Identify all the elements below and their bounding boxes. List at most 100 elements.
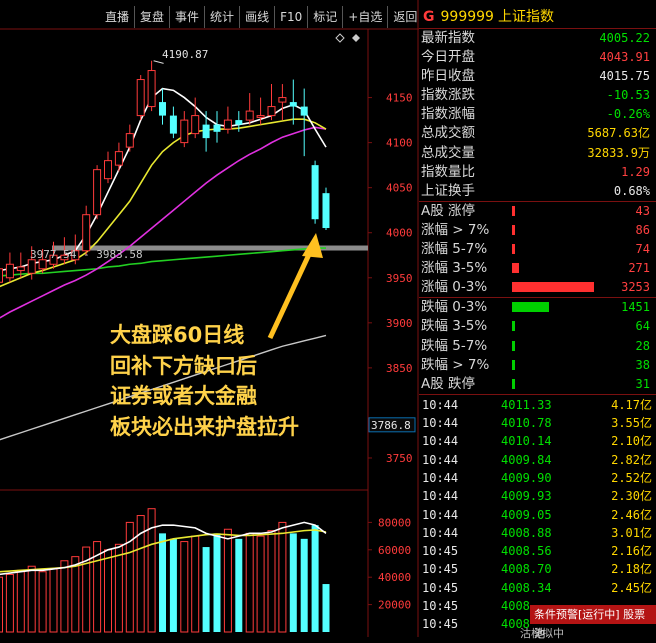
tick-volume: 2.45亿 [611,580,652,595]
breadth-label: 跌幅 0-3% [421,299,488,316]
security-name: 上证指数 [497,9,554,25]
tick-price: 4010.14 [501,434,552,449]
tick-row: 10:44 4010.78 3.55亿 [419,414,656,432]
breadth-row: 涨幅 3-5% 271 [419,259,656,278]
quote-label: 指数涨幅 [421,106,475,123]
breadth-bar [512,340,515,351]
volume-bar [114,543,123,633]
breadth-label: 涨幅 0-3% [421,279,488,296]
volume-bar [49,568,58,633]
volume-bar [267,530,276,633]
toolbar-mark-button[interactable]: 标记 [307,6,342,28]
tick-time: 10:44 [422,434,459,449]
candle-body [311,165,319,220]
tick-time: 10:45 [422,562,459,577]
volume-bar [180,541,189,633]
volume-bar [278,521,287,633]
volume-bar [27,565,36,633]
quote-value: 32833.9万 [587,145,650,160]
tick-row: 10:44 4010.14 2.10亿 [419,432,656,450]
tick-volume: 2.16亿 [611,544,652,559]
candle-body [16,266,25,272]
toolbar-draw-button[interactable]: 画线 [239,6,274,28]
tick-time: 10:45 [422,599,459,614]
volume-bar [5,573,14,633]
quote-label: 最新指数 [421,30,475,46]
breadth-row: 跌幅 > 7% 38 [419,356,656,375]
tick-price: 4009.90 [501,470,552,485]
tick-price: 4008.70 [501,562,552,577]
price-axis-label: 4100 [386,137,413,150]
candle-body [213,124,221,132]
advance-breadth: A股 涨停 43 涨幅 > 7% 86 涨幅 5-7% 74 涨幅 3-5% 271 涨幅 0-… [419,200,656,297]
chart-options-icon [352,34,360,42]
quote-row: 指数涨跌 -10.53 [419,86,656,105]
volume-bar [169,538,177,632]
candle-body [27,259,36,274]
breadth-row: 跌幅 3-5% 64 [419,317,656,336]
toolbar-f10-button[interactable]: F10 [274,6,307,28]
breadth-count: 86 [635,222,650,237]
volume-bar [71,556,80,633]
toolbar-back-button[interactable]: 返回 [387,6,422,28]
candle-body [114,151,123,166]
price-axis-label: 3850 [386,362,413,375]
tick-price: 4008.56 [501,544,552,559]
volume-bar [300,538,308,632]
annotation-line-2: 回补下方缺口后 [110,353,257,378]
tick-time: 10:45 [422,544,459,559]
breadth-count: 31 [635,376,650,391]
quote-label: 指数涨跌 [421,87,475,104]
breadth-label: 跌幅 5-7% [421,337,488,354]
breadth-row: 涨幅 0-3% 3253 [419,278,656,297]
quote-row: 最新指数 4005.22 [419,29,656,48]
candle-body [159,102,166,116]
toolbar-replay-button[interactable]: 复盘 [134,6,169,28]
tick-time: 10:45 [422,580,459,595]
decline-breadth: 跌幅 0-3% 1451 跌幅 3-5% 64 跌幅 5-7% 28 跌幅 > 7% 38 A股… [419,297,656,393]
kline-chart[interactable]: 4150 4100 4050 4000 3950 3900 3850 3750 3786.8 80… [0,0,419,637]
breadth-bar [512,224,515,235]
breadth-row: 涨幅 5-7% 74 [419,240,656,259]
annotation-line-3: 证券或者大金融 [110,384,257,408]
candle-body [223,119,232,130]
annotation-line-4: 板块必出来护盘拉升 [110,414,299,439]
breadth-bar [512,378,515,389]
tick-price: 4011.33 [501,397,552,412]
volume-bar [191,535,200,633]
quote-label: 总成交量 [421,144,475,161]
breadth-row: 跌幅 5-7% 28 [419,337,656,356]
toolbar-add-watch-button[interactable]: +自选 [342,6,387,28]
toolbar: 直播 复盘 事件 统计 画线 F10 标记 +自选 返回 [100,6,422,28]
volume-bar [256,535,265,633]
breadth-label: 涨幅 3-5% [421,260,488,277]
candle-body [136,79,145,117]
tick-price: 4010.78 [501,416,552,431]
tick-row: 10:44 4009.05 2.46亿 [419,506,656,524]
tick-row: 10:44 4011.33 4.17亿 [419,396,656,414]
tick-time: 10:45 [422,617,459,632]
toolbar-live-button[interactable]: 直播 [100,6,134,28]
breadth-label: 跌幅 3-5% [421,318,488,335]
tick-row: 10:45 4008.34 2.45亿 [419,579,656,597]
price-axis-label: 3900 [386,317,413,330]
high-label: 4190.87 [162,48,209,61]
breadth-count: 271 [628,261,650,276]
candle-body [93,169,102,216]
candle-body [169,115,177,134]
volume-axis-label: 40000 [378,571,411,584]
toolbar-stats-button[interactable]: 统计 [204,6,239,28]
toolbar-events-button[interactable]: 事件 [169,6,204,28]
quote-value: 4015.75 [599,69,650,84]
alert-status-button[interactable]: 条件预警[运行中] 股票池 [530,605,656,640]
tick-row: 10:45 4008.70 2.18亿 [419,560,656,578]
quote-list: 最新指数 4005.22 今日开盘 4043.91 昨日收盘 4015.75 指数涨跌 -10… [419,29,656,201]
breadth-row: A股 涨停 43 [419,202,656,221]
security-code: 999999 [440,9,494,25]
tick-time: 10:44 [422,489,459,504]
tick-row: 10:45 4008.56 2.16亿 [419,542,656,560]
quote-row: 总成交额 5687.63亿 [419,124,656,143]
tick-list[interactable]: 10:44 4011.33 4.17亿 10:44 4010.78 3.55亿 10:44 4… [419,393,656,634]
volume-bar [245,532,254,633]
quote-row: 昨日收盘 4015.75 [419,67,656,86]
